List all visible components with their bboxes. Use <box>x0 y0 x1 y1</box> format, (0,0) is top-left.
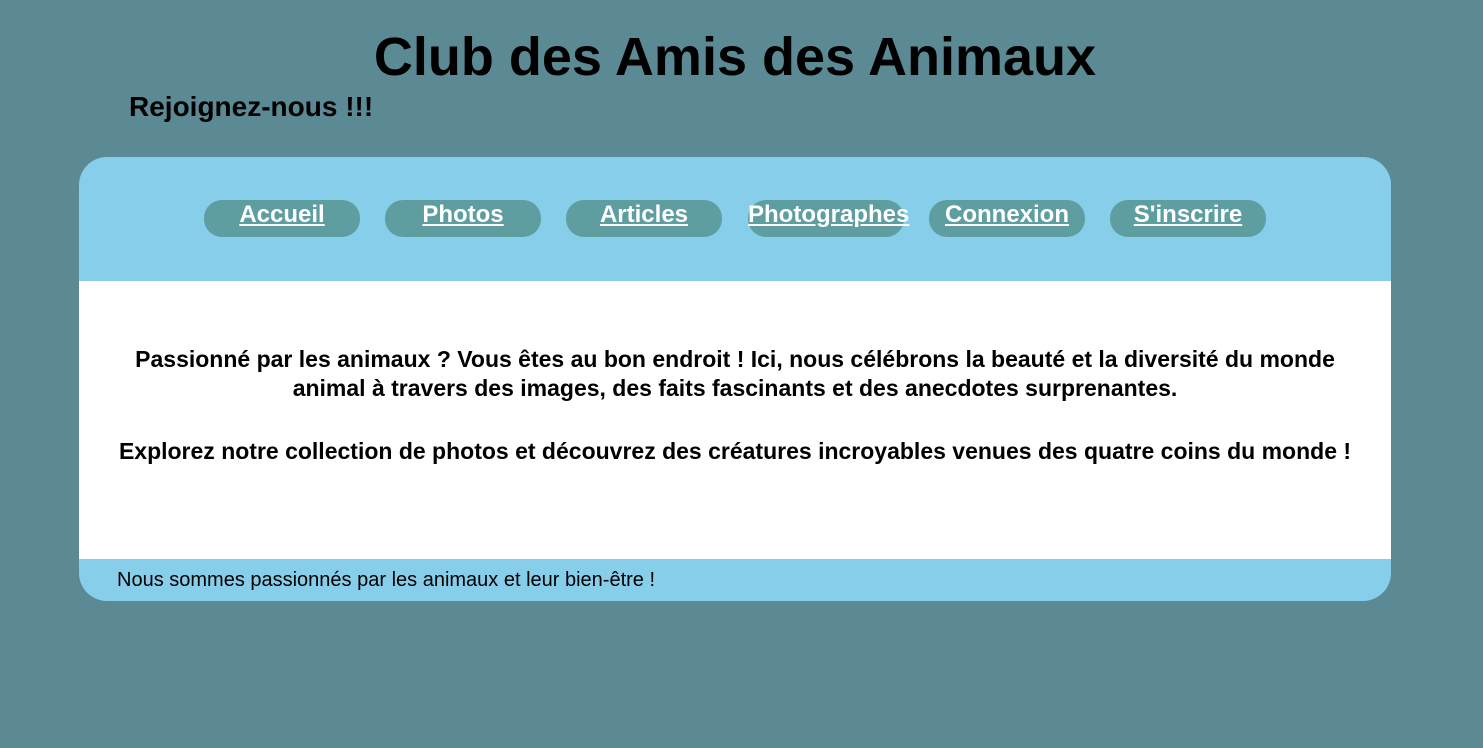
explore-paragraph: Explorez notre collection de photos et d… <box>118 438 1352 464</box>
nav-link-connexion[interactable]: Connexion <box>929 202 1085 228</box>
intro-paragraph: Passionné par les animaux ? Vous êtes au… <box>135 346 1335 401</box>
main-panel: Accueil Photos Articles Photographes Con… <box>79 157 1391 601</box>
main-navigation: Accueil Photos Articles Photographes Con… <box>79 157 1391 281</box>
nav-link-photos[interactable]: Photos <box>385 202 541 228</box>
site-subtitle: Rejoignez-nous !!! <box>129 91 374 122</box>
nav-item-photos[interactable]: Photos <box>385 200 541 237</box>
intro-content: Passionné par les animaux ? Vous êtes au… <box>79 281 1391 559</box>
nav-link-accueil[interactable]: Accueil <box>204 202 360 228</box>
site-title: Club des Amis des Animaux <box>373 27 1097 87</box>
nav-item-photographes[interactable]: Photographes <box>748 200 909 237</box>
nav-link-sinscrire[interactable]: S'inscrire <box>1110 202 1266 228</box>
nav-item-accueil[interactable]: Accueil <box>204 200 360 237</box>
footer-text: Nous sommes passionnés par les animaux e… <box>117 569 656 591</box>
nav-link-photographes[interactable]: Photographes <box>748 202 909 228</box>
nav-item-connexion[interactable]: Connexion <box>929 200 1085 237</box>
nav-item-sinscrire[interactable]: S'inscrire <box>1110 200 1266 237</box>
nav-link-articles[interactable]: Articles <box>566 202 722 228</box>
nav-item-articles[interactable]: Articles <box>566 200 722 237</box>
